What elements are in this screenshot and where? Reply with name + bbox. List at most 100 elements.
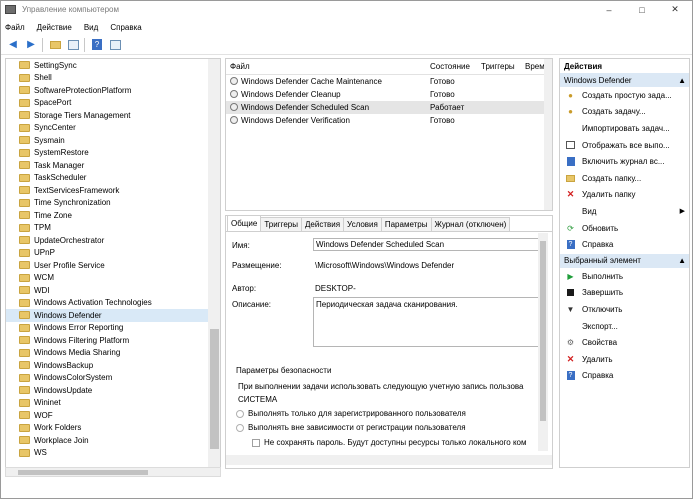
tree-item[interactable]: WS — [6, 447, 220, 460]
minimize-button[interactable]: – — [593, 1, 625, 18]
tree-item[interactable]: WCM — [6, 272, 220, 285]
details-vertical-scrollbar[interactable] — [538, 233, 548, 451]
tab-conditions[interactable]: Условия — [343, 217, 382, 231]
action-item[interactable]: ✕ Удалить папку — [560, 187, 689, 204]
back-arrow-icon[interactable]: ◀ — [6, 38, 20, 52]
tree-item[interactable]: SettingSync — [6, 59, 220, 72]
radio-label: Выполнять только для зарегистрированного… — [248, 409, 466, 418]
action-label: Справка — [582, 371, 614, 381]
action-item[interactable]: ● Создать простую зада... — [560, 87, 689, 104]
tab-general[interactable]: Общие — [227, 216, 262, 231]
tab-triggers[interactable]: Триггеры — [260, 217, 302, 231]
tree-item[interactable]: UPnP — [6, 247, 220, 260]
tree-item[interactable]: Task Manager — [6, 159, 220, 172]
name-field[interactable]: Windows Defender Scheduled Scan — [313, 238, 539, 251]
tree-item[interactable]: Time Zone — [6, 209, 220, 222]
task-row[interactable]: Windows Defender Cache Maintenance Готово — [226, 75, 552, 88]
action-item[interactable]: ✕ Удалить — [560, 351, 689, 368]
tree-item[interactable]: Storage Tiers Management — [6, 109, 220, 122]
tree-item[interactable]: Windows Activation Technologies — [6, 297, 220, 310]
action-item[interactable]: ▼ Отключить — [560, 301, 689, 318]
radio-label: Выполнять вне зависимости от регистрации… — [248, 423, 466, 432]
scrollbar-thumb[interactable] — [210, 329, 219, 449]
action-item[interactable]: Вид ▶ — [560, 203, 689, 220]
tree-item[interactable]: Windows Media Sharing — [6, 347, 220, 360]
radio-logged-on-only[interactable]: Выполнять только для зарегистрированного… — [236, 409, 466, 418]
action-item[interactable]: ? Справка — [560, 368, 689, 385]
radio-button[interactable] — [236, 409, 244, 418]
action-item[interactable]: Экспорт... — [560, 318, 689, 335]
menu-file[interactable]: Файл — [5, 23, 25, 32]
radio-button[interactable] — [236, 423, 244, 432]
tree-vertical-scrollbar[interactable] — [208, 59, 220, 467]
action-item[interactable]: ● Создать задачу... — [560, 104, 689, 121]
action-item[interactable]: Отображать все выпо... — [560, 137, 689, 154]
action-item[interactable]: Включить журнал вс... — [560, 153, 689, 170]
tree-item[interactable]: SystemRestore — [6, 147, 220, 160]
checkbox-do-not-store-password[interactable]: Не сохранять пароль. Будут доступны ресу… — [252, 438, 542, 447]
column-header-file[interactable]: Файл — [226, 62, 426, 71]
action-item[interactable]: ? Справка — [560, 236, 689, 253]
forward-arrow-icon[interactable]: ▶ — [24, 38, 38, 52]
radio-whether-logged-on[interactable]: Выполнять вне зависимости от регистрации… — [236, 423, 466, 432]
description-field[interactable]: Периодическая задача сканирования. — [313, 297, 539, 347]
tree-item[interactable]: TaskScheduler — [6, 172, 220, 185]
task-list-scrollbar[interactable] — [544, 59, 552, 210]
task-clock-icon — [230, 77, 238, 85]
tree-item[interactable]: TPM — [6, 222, 220, 235]
task-row-selected[interactable]: Windows Defender Scheduled Scan Работает — [226, 101, 552, 114]
close-button[interactable]: ✕ — [659, 1, 691, 18]
help-icon[interactable]: ? — [90, 38, 104, 52]
tree-item[interactable]: WindowsBackup — [6, 359, 220, 372]
tree-item[interactable]: Windows Defender — [6, 309, 220, 322]
tree-item[interactable]: WDI — [6, 284, 220, 297]
action-item[interactable]: Завершить — [560, 285, 689, 302]
collapse-arrow-icon[interactable]: ▲ — [678, 76, 686, 85]
column-header-state[interactable]: Состояние — [426, 62, 477, 71]
tree-item[interactable]: Time Synchronization — [6, 197, 220, 210]
column-header-triggers[interactable]: Триггеры — [477, 62, 522, 71]
menu-help[interactable]: Справка — [110, 23, 141, 32]
tab-actions[interactable]: Действия — [300, 217, 345, 231]
tree-item[interactable]: WOF — [6, 409, 220, 422]
action-item[interactable]: ⟳ Обновить — [560, 220, 689, 237]
tab-history[interactable]: Журнал (отключен) — [430, 217, 511, 231]
maximize-button[interactable]: □ — [626, 1, 658, 18]
tree-item[interactable]: Wininet — [6, 397, 220, 410]
tree-item[interactable]: WindowsColorSystem — [6, 372, 220, 385]
console-tree-icon[interactable] — [66, 38, 80, 52]
tree-item[interactable]: SpacePort — [6, 97, 220, 110]
task-row[interactable]: Windows Defender Verification Готово — [226, 114, 552, 127]
show-pane-icon[interactable] — [108, 38, 122, 52]
task-row[interactable]: Windows Defender Cleanup Готово — [226, 88, 552, 101]
actions-section-selected-item[interactable]: Выбранный элемент ▲ — [560, 253, 689, 268]
tree-item[interactable]: Windows Filtering Platform — [6, 334, 220, 347]
tree-item[interactable]: SoftwareProtectionPlatform — [6, 84, 220, 97]
checkbox[interactable] — [252, 438, 260, 447]
tree-item[interactable]: TextServicesFramework — [6, 184, 220, 197]
action-item[interactable]: Создать папку... — [560, 170, 689, 187]
tree-item[interactable]: Windows Error Reporting — [6, 322, 220, 335]
action-item[interactable]: ⚙ Свойства — [560, 334, 689, 351]
tree-item[interactable]: SyncCenter — [6, 122, 220, 135]
menu-view[interactable]: Вид — [84, 23, 98, 32]
up-folder-icon[interactable] — [48, 38, 62, 52]
actions-section-windows-defender[interactable]: Windows Defender ▲ — [560, 73, 689, 87]
tree-item[interactable]: UpdateOrchestrator — [6, 234, 220, 247]
tree-item[interactable]: Shell — [6, 72, 220, 85]
tree-item[interactable]: WindowsUpdate — [6, 384, 220, 397]
action-item[interactable]: Импортировать задач... — [560, 120, 689, 137]
menu-action[interactable]: Действие — [37, 23, 72, 32]
tab-settings[interactable]: Параметры — [380, 217, 432, 231]
scrollbar-thumb[interactable] — [540, 241, 546, 421]
tree-item[interactable]: User Profile Service — [6, 259, 220, 272]
details-horizontal-scrollbar[interactable] — [226, 455, 552, 465]
action-item[interactable]: ▶ Выполнить — [560, 268, 689, 285]
tree-item[interactable]: Workplace Join — [6, 434, 220, 447]
collapse-arrow-icon[interactable]: ▲ — [678, 256, 686, 265]
tree-item[interactable]: Sysmain — [6, 134, 220, 147]
tree-horizontal-scrollbar[interactable] — [5, 467, 221, 477]
tree-item[interactable]: Work Folders — [6, 422, 220, 435]
scrollbar-thumb[interactable] — [18, 470, 148, 475]
folder-icon — [19, 311, 30, 320]
